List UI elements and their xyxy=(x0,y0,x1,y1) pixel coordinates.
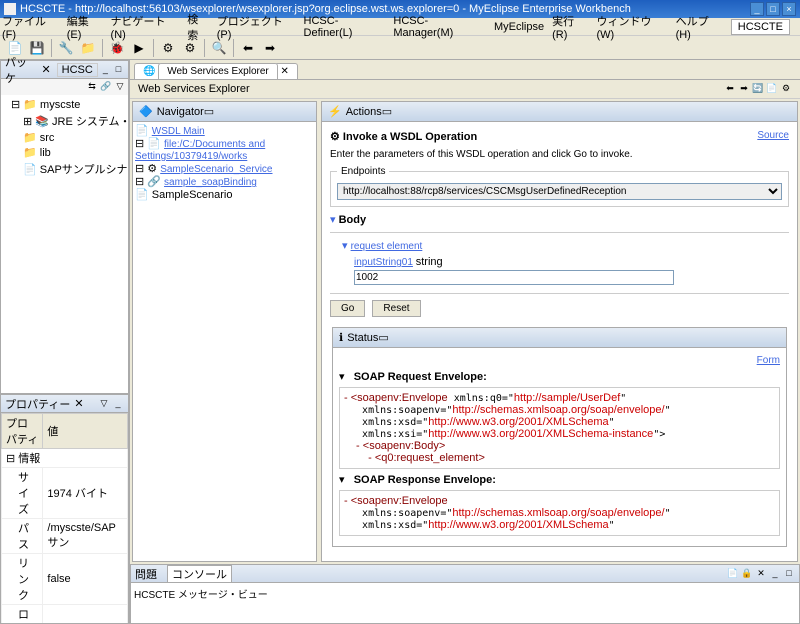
menu-help[interactable]: ヘルプ(H) xyxy=(676,13,723,41)
menu-project[interactable]: プロジェクト(P) xyxy=(217,13,296,41)
tree-project: ⊟ 📁 myscste xyxy=(3,97,126,112)
req-toggle[interactable]: ▾ xyxy=(342,240,348,252)
collapse-icon[interactable]: ▭ xyxy=(378,331,388,344)
body-toggle[interactable]: ▾ xyxy=(330,214,336,226)
forward-icon[interactable]: ➡ xyxy=(260,38,280,58)
nav-title: Navigator xyxy=(157,106,204,118)
minimize-icon[interactable]: _ xyxy=(112,398,124,410)
back-icon[interactable]: ⬅ xyxy=(724,83,736,95)
soap-response: - <soapenv:Envelope xmlns:soapenv="http:… xyxy=(339,490,780,536)
link-icon[interactable]: 🔗 xyxy=(100,81,112,93)
actions-title: Actions xyxy=(346,106,382,118)
op-title: Invoke a WSDL Operation xyxy=(343,131,477,143)
go-button[interactable]: Go xyxy=(330,300,365,317)
prop-group: ⊟ 情報 xyxy=(2,449,128,468)
console-header: 問題 コンソール 📄 🔒 ✕ _ □ xyxy=(131,565,799,583)
menu-run[interactable]: 実行(R) xyxy=(552,13,588,41)
soap-res-title: SOAP Response Envelope: xyxy=(354,474,496,486)
table-row: リンクfalse xyxy=(2,554,128,605)
close-button[interactable]: × xyxy=(782,2,796,16)
table-row: パス/myscste/SAPサン xyxy=(2,519,128,554)
op-desc: Enter the parameters of this WSDL operat… xyxy=(330,149,789,160)
tool-icon[interactable]: ⚙ xyxy=(180,38,200,58)
tab-console[interactable]: コンソール xyxy=(167,565,232,583)
search-icon[interactable]: 🔍 xyxy=(209,38,229,58)
navigator-panel: 🔷Navigator▭ 📄 WSDL Main ⊟ 📄 file:/C:/Doc… xyxy=(132,101,317,562)
tree-lib: 📁 lib xyxy=(3,145,126,160)
tool-icon[interactable]: ⚙ xyxy=(780,83,792,95)
forward-icon[interactable]: ➡ xyxy=(738,83,750,95)
tree-jre: ⊞ 📚 JRE システム・ライブラリ [ xyxy=(3,112,126,130)
tool-icon[interactable]: 📄 xyxy=(766,83,778,95)
collapse-icon[interactable]: ▭ xyxy=(204,105,214,118)
minimize-icon[interactable]: _ xyxy=(769,568,781,580)
menu-hcsc-manager[interactable]: HCSC-Manager(M) xyxy=(393,15,486,39)
menu-icon[interactable]: ▽ xyxy=(114,81,126,93)
menu-icon[interactable]: ▽ xyxy=(98,398,110,410)
menu-bar: ファイル(F) 編集(E) ナビゲート(N) 検索 プロジェクト(P) HCSC… xyxy=(0,18,800,36)
maximize-icon[interactable]: □ xyxy=(783,568,795,580)
pin-label[interactable]: HCSC xyxy=(57,63,98,77)
menu-hcsc-definer[interactable]: HCSC-Definer(L) xyxy=(304,15,386,39)
console-body: HCSCTE メッセージ・ビュー xyxy=(131,583,799,623)
tree-wsdl: 📄 SAPサンプルシナリオ.wsdl xyxy=(3,160,126,178)
tool-icon[interactable]: 🔧 xyxy=(56,38,76,58)
tree-src: 📁 src xyxy=(3,130,126,145)
request-element-link[interactable]: request element xyxy=(351,241,423,252)
debug-icon[interactable]: 🐞 xyxy=(107,38,127,58)
tab-wse[interactable]: 🌐 Web Services Explorer ✕ xyxy=(134,63,298,79)
minimize-icon[interactable]: _ xyxy=(100,64,111,76)
package-explorer-header: パッケ ✕ HCSC _ □ xyxy=(1,61,128,79)
maximize-button[interactable]: □ xyxy=(766,2,780,16)
param-link[interactable]: inputString01 xyxy=(354,257,413,268)
tool-icon[interactable]: ⚙ xyxy=(158,38,178,58)
menu-edit[interactable]: 編集(E) xyxy=(67,13,103,41)
menu-myeclipse[interactable]: MyEclipse xyxy=(494,21,544,33)
actions-panel: ⚡Actions▭ ⚙ Invoke a WSDL Operation Sour… xyxy=(321,101,798,562)
collapse-icon[interactable]: ⇆ xyxy=(86,81,98,93)
reset-button[interactable]: Reset xyxy=(372,300,420,317)
perspective-button[interactable]: HCSCTE xyxy=(731,19,790,35)
tool-icon[interactable]: 📄 xyxy=(727,568,739,580)
nav-selected: SampleScenario xyxy=(152,189,233,201)
endpoints-fieldset: Endpoints http://localhost:88/rcp8/servi… xyxy=(330,166,789,207)
menu-navigate[interactable]: ナビゲート(N) xyxy=(111,13,180,41)
soap-request: - <soapenv:Envelope xmlns:q0="http://sam… xyxy=(339,387,780,469)
wse-toolbar: Web Services Explorer ⬅ ➡ 🔄 📄 ⚙ xyxy=(130,80,800,99)
package-tree[interactable]: ⊟ 📁 myscste ⊞ 📚 JRE システム・ライブラリ [ 📁 src 📁… xyxy=(1,95,128,393)
breadcrumb: Web Services Explorer xyxy=(138,83,250,95)
tool-icon[interactable]: 🔒 xyxy=(741,568,753,580)
menu-window[interactable]: ウィンドウ(W) xyxy=(597,13,668,41)
minimize-button[interactable]: _ xyxy=(750,2,764,16)
table-row: ロケーションC:¥Documents and ... xyxy=(2,605,128,624)
source-link[interactable]: Source xyxy=(757,130,789,143)
endpoint-select[interactable]: http://localhost:88/rcp8/services/CSCMsg… xyxy=(337,183,782,200)
maximize-icon[interactable]: □ xyxy=(113,64,124,76)
table-row: サイズ1974 バイト xyxy=(2,468,128,519)
refresh-icon[interactable]: 🔄 xyxy=(752,83,764,95)
run-icon[interactable]: ▶ xyxy=(129,38,149,58)
properties-header: プロパティー ✕ ▽ _ xyxy=(1,395,128,413)
menu-file[interactable]: ファイル(F) xyxy=(2,13,59,41)
param-input[interactable] xyxy=(354,270,674,285)
back-icon[interactable]: ⬅ xyxy=(238,38,258,58)
tool-icon[interactable]: 📁 xyxy=(78,38,98,58)
properties-table: プロパティ値 ⊟ 情報 サイズ1974 バイト パス/myscste/SAPサン… xyxy=(1,413,128,623)
form-link[interactable]: Form xyxy=(757,355,780,366)
status-title: Status xyxy=(347,332,378,344)
soap-req-title: SOAP Request Envelope: xyxy=(354,371,487,383)
view-title: プロパティー xyxy=(5,396,70,412)
navigator-tree[interactable]: 📄 WSDL Main ⊟ 📄 file:/C:/Documents and S… xyxy=(133,122,316,561)
editor-tabs: 🌐 Web Services Explorer ✕ xyxy=(130,60,800,80)
collapse-icon[interactable]: ▭ xyxy=(382,105,392,118)
clear-icon[interactable]: ✕ xyxy=(755,568,767,580)
tab-problems[interactable]: 問題 xyxy=(135,566,157,582)
